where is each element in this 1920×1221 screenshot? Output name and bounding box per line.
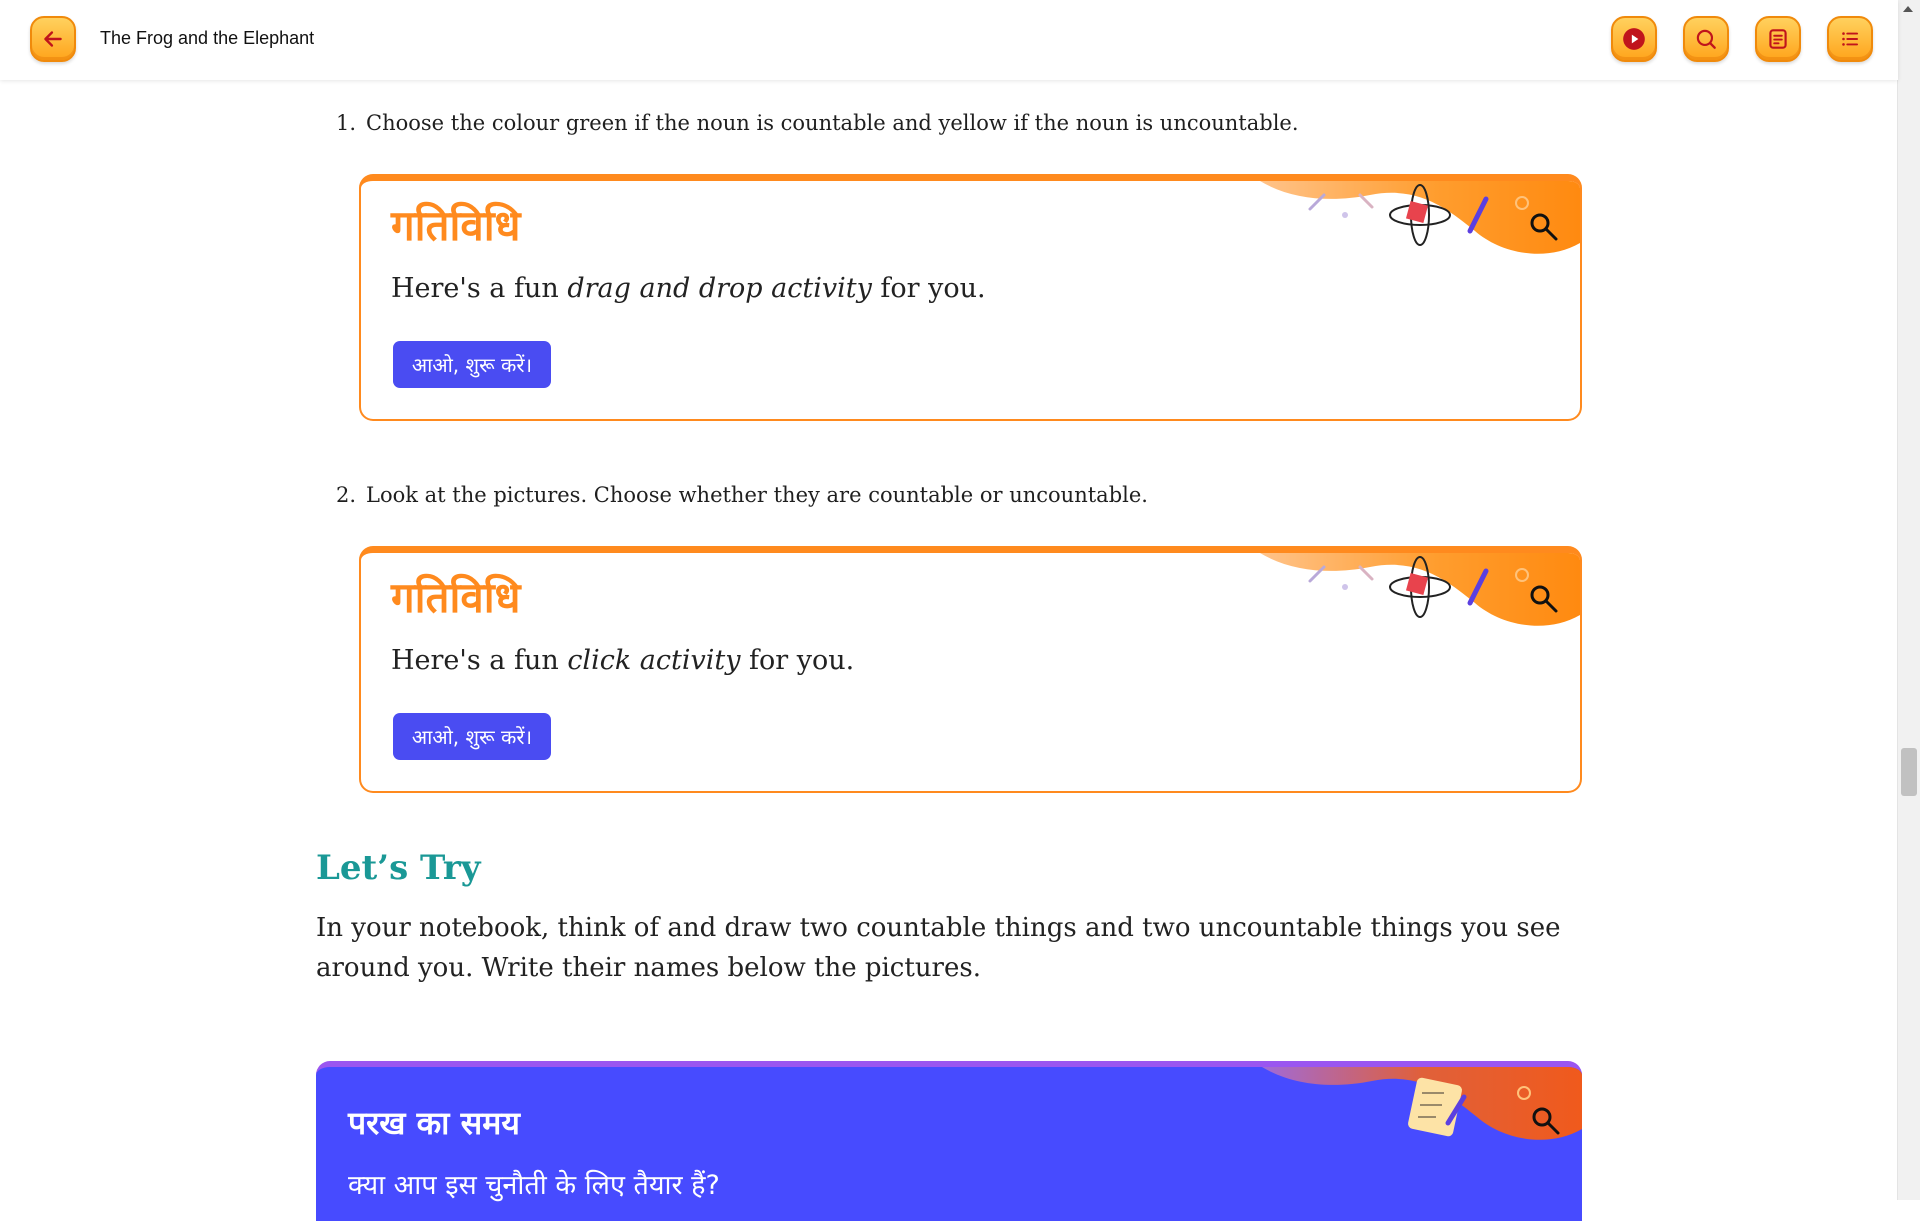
activity-desc-text: for you.: [740, 645, 855, 676]
activity-desc-text: Here's a fun: [391, 645, 568, 676]
start-activity-button[interactable]: आओ, शुरू करें।: [393, 341, 551, 388]
question-text: Choose the colour green if the noun is c…: [366, 111, 1299, 135]
activity-decoration-banner: [1260, 553, 1580, 626]
activity-title: गतिविधि: [391, 201, 521, 250]
activity-type: click activity: [567, 645, 741, 676]
test-section-card: परख का समय क्या आप इस चुनौती के लिए तैया…: [316, 1061, 1582, 1221]
question-item: 2. Look at the pictures. Choose whether t…: [336, 483, 1148, 507]
activity-description: Here's a fun drag and drop activity for …: [391, 273, 986, 304]
question-item: 1. Choose the colour green if the noun is…: [336, 111, 1299, 135]
play-icon: [1623, 28, 1645, 50]
list-icon: [1842, 32, 1859, 46]
play-audio-button[interactable]: [1611, 16, 1657, 62]
arrow-left-icon: [44, 31, 62, 47]
paperclip-icon: [1358, 193, 1374, 209]
test-section-title: परख का समय: [348, 1104, 520, 1142]
back-button[interactable]: [30, 16, 76, 62]
book-title: The Frog and the Elephant: [100, 28, 315, 48]
question-number: 2.: [336, 483, 357, 507]
scroll-thumb[interactable]: [1901, 748, 1917, 796]
top-header: The Frog and the Elephant: [0, 0, 1898, 80]
test-section-subtitle: क्या आप इस चुनौती के लिए तैयार हैं?: [348, 1170, 720, 1201]
search-button[interactable]: [1683, 16, 1729, 62]
start-activity-button[interactable]: आओ, शुरू करें।: [393, 713, 551, 760]
notes-button[interactable]: [1755, 16, 1801, 62]
test-decoration-banner: [1262, 1067, 1582, 1140]
paperclip-icon: [1358, 565, 1374, 581]
search-icon: [1696, 29, 1716, 49]
activity-title: गतिविधि: [391, 573, 521, 622]
page-scrollbar[interactable]: [1897, 0, 1920, 1200]
table-of-contents-button[interactable]: [1827, 16, 1873, 62]
activity-desc-text: Here's a fun: [391, 273, 568, 304]
lets-try-heading: Let’s Try: [316, 848, 481, 888]
activity-description: Here's a fun click activity for you.: [391, 645, 854, 676]
question-number: 1.: [336, 111, 357, 135]
notes-icon: [1769, 29, 1787, 49]
lets-try-text: In your notebook, think of and draw two …: [316, 913, 1561, 983]
checklist-icon: [1408, 1077, 1467, 1137]
activity-desc-text: for you.: [871, 273, 986, 304]
activity-card: गतिविधि Here's a fun click activity for …: [359, 546, 1582, 793]
question-text: Look at the pictures. Choose whether the…: [366, 483, 1148, 507]
scroll-up-arrow[interactable]: [1903, 6, 1913, 12]
activity-card: गतिविधि Here's a fun drag and drop activ…: [359, 174, 1582, 421]
activity-type: drag and drop activity: [567, 273, 872, 304]
activity-decoration-banner: [1260, 181, 1580, 254]
